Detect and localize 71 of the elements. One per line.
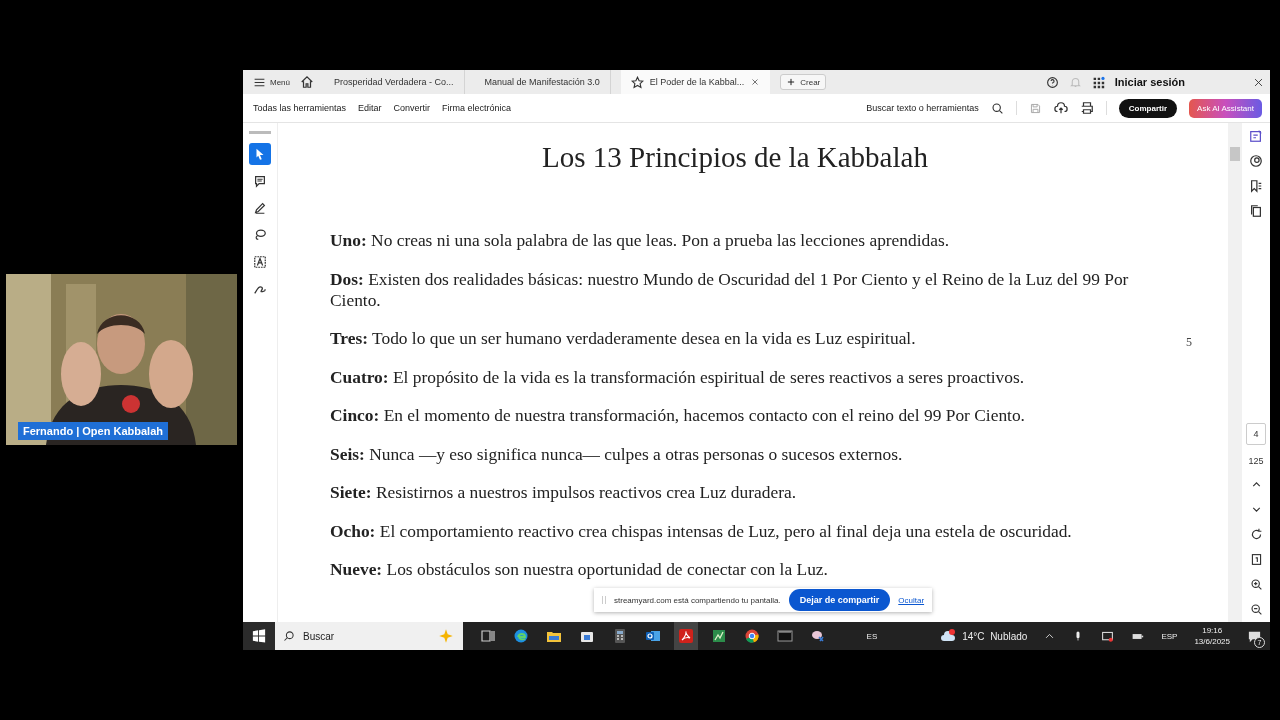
tab[interactable]: El Poder de la Kabbal...: [620, 70, 771, 94]
close-icon[interactable]: [750, 77, 761, 87]
principle-text: Cinco: En el momento de nuestra transformación, hacemos contacto con el reino del 99 Por Ciento.: [330, 405, 1026, 426]
mail-app-icon[interactable]: [645, 628, 661, 644]
principle-text: Siete: Resistirnos a nuestros impulsos reactivos crea Luz duradera.: [330, 482, 798, 503]
close-icon[interactable]: [1253, 76, 1264, 88]
toolbar-menu-item[interactable]: Firma electrónica: [442, 103, 512, 113]
share-button[interactable]: Compartir: [1118, 98, 1178, 118]
new-tab-button[interactable]: Crear: [780, 74, 827, 90]
browser-icon[interactable]: [744, 628, 760, 644]
toolbar-menu-item[interactable]: Convertir: [393, 103, 431, 113]
pages-icon[interactable]: [1249, 204, 1263, 218]
bookmark-icon[interactable]: [1249, 179, 1263, 193]
page-count: 125: [1248, 456, 1264, 466]
edit-document-icon[interactable]: [1249, 129, 1263, 143]
principle-text: Dos: Existen dos realidades básicas: nuestro Mundo de Oscuridad del 1 Por Ciento y el Reino de la Luz del 99 Por Ciento.: [330, 268, 1130, 311]
clock-date[interactable]: 13/6/2025: [1194, 636, 1230, 647]
search-icon[interactable]: [990, 101, 1004, 115]
stamp-icon[interactable]: [1249, 154, 1263, 168]
keyboard-language[interactable]: ES: [866, 631, 878, 641]
toolbar-menu-item[interactable]: Todas las herramientas: [253, 103, 347, 113]
pdf-app-icon[interactable]: [678, 628, 694, 644]
clock-time[interactable]: 19:16: [1202, 625, 1223, 636]
weather-text[interactable]: 14°C Nublado: [962, 630, 1028, 642]
sign-in-link[interactable]: Iniciar sesión: [1114, 76, 1185, 88]
document-title: Los 13 Principios de la Kabbalah: [541, 141, 929, 174]
calculator-icon[interactable]: [612, 628, 628, 644]
plus-icon: [786, 77, 797, 87]
menu-button[interactable]: Menú: [253, 75, 290, 89]
principle-text: Cuatro: El propósito de la vida es la transformación espiritual de seres reactivos a seres proactivos.: [330, 366, 1026, 388]
pen-icon: [253, 201, 267, 215]
search-tools-label[interactable]: Buscar texto o herramientas: [866, 103, 979, 113]
start-button[interactable]: [243, 622, 275, 650]
page-number-field[interactable]: 4: [1246, 423, 1266, 445]
tab[interactable]: Prosperidad Verdadera - Co...: [324, 70, 465, 94]
principle-text: Uno: No creas ni una sola palabra de las que leas. Pon a prueba las lecciones aprendidas.: [330, 230, 951, 251]
home-icon[interactable]: [300, 75, 314, 89]
search-icon: [283, 630, 295, 642]
print-icon[interactable]: [1079, 101, 1094, 115]
principle-text: Ocho: El comportamiento reactivo crea chispas intensas de Luz, pero al final deja una estela de oscuridad.: [330, 520, 1073, 542]
caption: Fernando | Open Kabbalah: [18, 422, 168, 440]
scrollbar-thumb[interactable]: [1230, 147, 1240, 161]
toolbar-menu-item[interactable]: Editar: [358, 103, 382, 113]
input-language[interactable]: ESP: [1161, 631, 1178, 641]
apps-icon[interactable]: [1091, 75, 1105, 89]
network-app-icon[interactable]: [810, 628, 826, 644]
windows-icon: [252, 629, 266, 643]
taskbar-search-field[interactable]: Buscar: [275, 622, 463, 650]
lasso-icon: [253, 228, 267, 242]
hide-link[interactable]: Ocultar: [898, 595, 925, 605]
page-number: 5: [1186, 335, 1192, 350]
notice-text: streamyard.com está compartiendo tu pantalla.: [614, 595, 781, 605]
comment-icon: [253, 174, 267, 188]
cloud-upload-icon[interactable]: [1053, 101, 1068, 115]
page-fit-icon[interactable]: [1249, 552, 1263, 566]
stop-sharing-button[interactable]: Dejar de compartir: [788, 589, 891, 611]
screen-share-icon[interactable]: [1101, 629, 1115, 643]
zoom-in-icon[interactable]: [1249, 577, 1263, 591]
zoom-out-icon[interactable]: [1249, 602, 1263, 616]
help-icon[interactable]: [1045, 75, 1059, 89]
principle-text: Tres: Todo lo que un ser humano verdaderamente desea en la vida es Luz espiritual.: [330, 328, 917, 349]
text-box-icon: [253, 255, 267, 269]
task-view-icon[interactable]: [480, 628, 496, 644]
principle-text: Seis: Nunca —y eso significa nunca— culpes a otras personas o sucesos externos.: [330, 443, 904, 465]
spreadsheet-icon[interactable]: [711, 628, 727, 644]
ai-assistant-button[interactable]: Ask AI Assistant: [1189, 98, 1262, 118]
principle-text: Nueve: Los obstáculos son nuestra oportunidad de conectar con la Luz.: [330, 559, 829, 580]
terminal-icon[interactable]: [777, 628, 793, 644]
cloud-icon: [941, 628, 958, 644]
rotate-icon[interactable]: [1249, 527, 1263, 541]
tab[interactable]: Manual de Manifestación 3.0: [474, 70, 611, 94]
